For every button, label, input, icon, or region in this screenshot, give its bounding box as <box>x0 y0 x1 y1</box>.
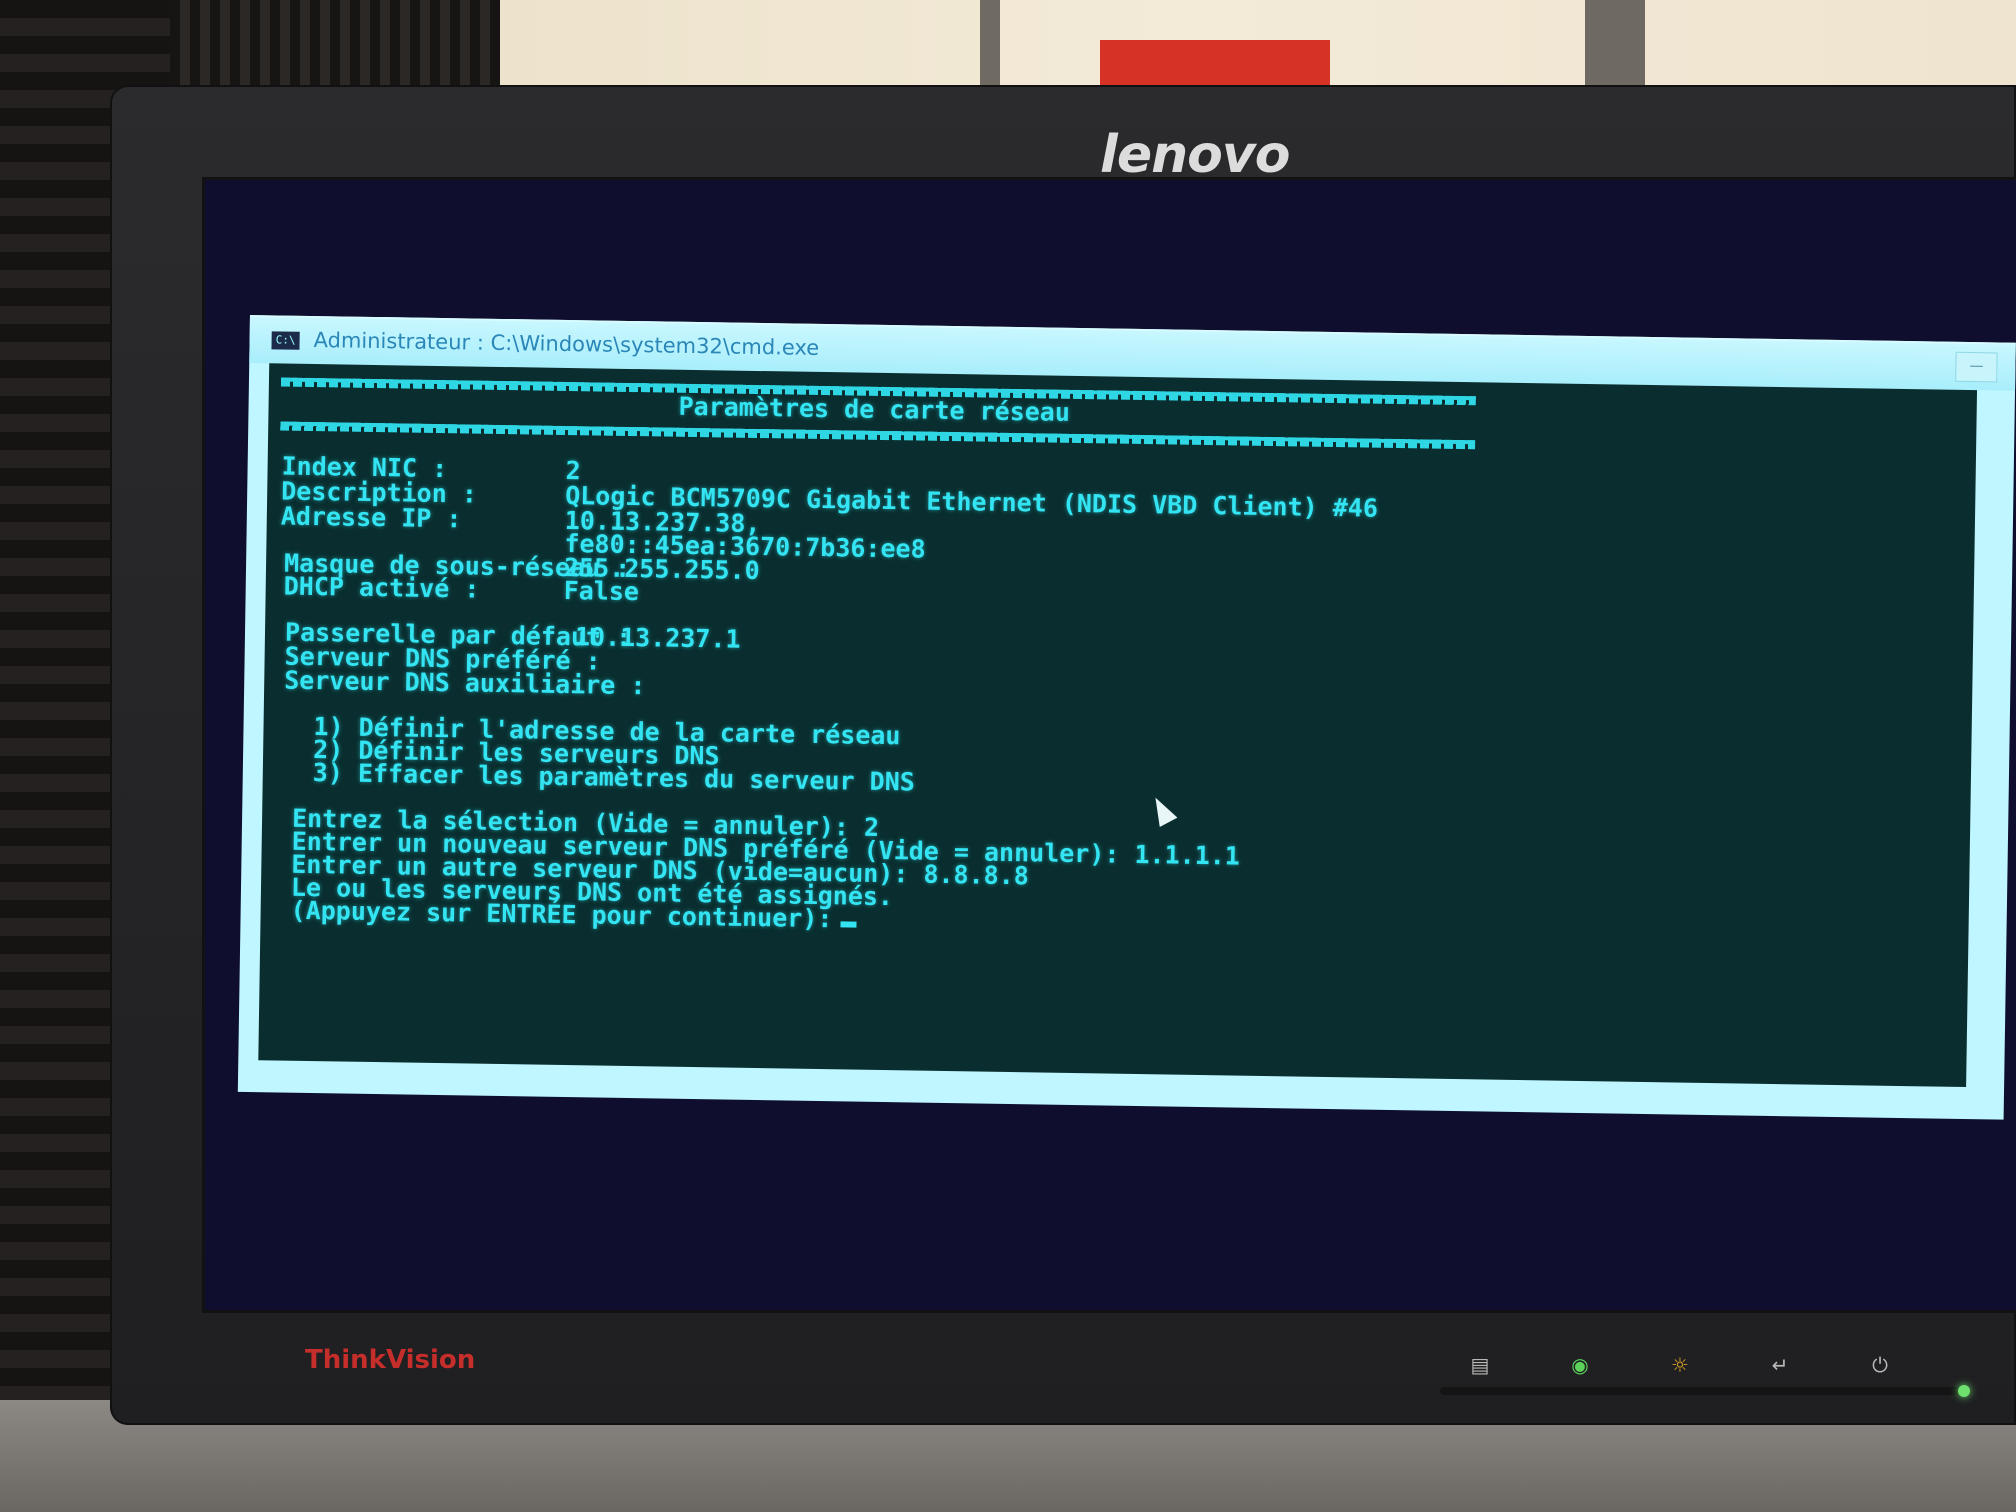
power-led-icon <box>1958 1385 1970 1397</box>
prompt-line-continue[interactable]: (Appuyez sur ENTRÉE pour continuer): <box>290 896 857 933</box>
minimize-button[interactable]: — <box>1955 351 1998 383</box>
dns-aux-label: Serveur DNS auxiliaire : <box>284 665 646 701</box>
auto-adjust-icon[interactable]: ◉ <box>1550 1345 1610 1385</box>
console-output[interactable]: Paramètres de carte réseau Index NIC : 2… <box>258 363 1978 1088</box>
text-cursor <box>840 921 857 928</box>
menu-icon[interactable]: ↵ <box>1750 1345 1810 1385</box>
field-label: DHCP activé : <box>283 571 480 604</box>
power-icon[interactable]: ⏻ <box>1850 1345 1910 1385</box>
console-icon: C:\ <box>271 331 300 350</box>
monitor-control-panel: ▤ ◉ ☼ ↵ ⏻ <box>1440 1345 1960 1405</box>
field-label: Adresse IP : <box>280 501 462 534</box>
brightness-icon[interactable]: ☼ <box>1650 1345 1710 1385</box>
monitor-model-logo: ThinkVision <box>305 1345 476 1375</box>
control-button-rail <box>1440 1387 1960 1395</box>
field-value: False <box>563 575 640 607</box>
console-header-title: Paramètres de carte réseau <box>678 391 1071 427</box>
monitor-brand-logo: lenovo <box>1100 125 1290 185</box>
header-rule-bottom <box>280 421 1476 450</box>
input-select-icon[interactable]: ▤ <box>1450 1345 1510 1385</box>
cmd-window[interactable]: C:\ Administrateur : C:\Windows\system32… <box>237 315 2016 1120</box>
menu-option: 3) Effacer les paramètres du serveur DNS <box>312 758 916 797</box>
window-title: Administrateur : C:\Windows\system32\cmd… <box>313 328 820 360</box>
